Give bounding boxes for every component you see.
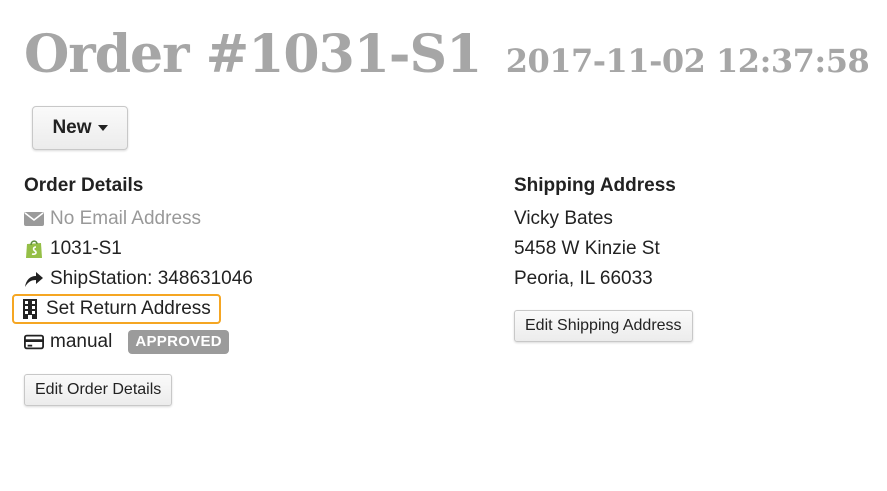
envelope-icon (24, 209, 44, 229)
shipping-address-section: Shipping Address Vicky Bates 5458 W Kinz… (514, 174, 854, 342)
email-row: No Email Address (24, 204, 464, 234)
street-address: 5458 W Kinzie St (514, 238, 660, 259)
order-title: Order #1031-S1 (24, 24, 482, 85)
return-address-row: Set Return Address (12, 294, 464, 324)
edit-order-details-button[interactable]: Edit Order Details (24, 374, 173, 406)
recipient-name: Vicky Bates (514, 208, 613, 229)
credit-card-icon (24, 332, 44, 352)
order-details-title: Order Details (24, 175, 144, 196)
caret-down-icon (97, 125, 108, 131)
shipping-address-title: Shipping Address (514, 175, 676, 196)
new-dropdown-button[interactable]: New (32, 106, 128, 150)
shipstation-row: ShipStation: 348631046 (24, 264, 464, 294)
payment-status-badge: APPROVED (128, 330, 229, 354)
store-order-row: 1031-S1 (24, 234, 464, 264)
set-return-address-link[interactable]: Set Return Address (12, 294, 221, 324)
email-text: No Email Address (50, 208, 202, 229)
share-arrow-icon (24, 269, 44, 289)
store-order-number: 1031-S1 (50, 238, 122, 259)
new-button-label: New (52, 117, 92, 138)
shipstation-id: ShipStation: 348631046 (50, 268, 253, 289)
payment-row: manual APPROVED (24, 324, 464, 360)
payment-method: manual (50, 331, 113, 352)
set-return-address-label: Set Return Address (46, 298, 211, 319)
edit-shipping-address-button[interactable]: Edit Shipping Address (514, 310, 693, 342)
order-datetime: 2017-11-02 12:37:58 (505, 42, 870, 80)
city-state-zip: Peoria, IL 66033 (514, 268, 653, 289)
building-icon (20, 299, 40, 319)
page-header: Order #1031-S1 2017-11-02 12:37:58 (24, 24, 870, 85)
shopify-bag-icon (24, 239, 44, 259)
order-details-section: Order Details No Email Address 1031-S1 S… (12, 174, 464, 406)
